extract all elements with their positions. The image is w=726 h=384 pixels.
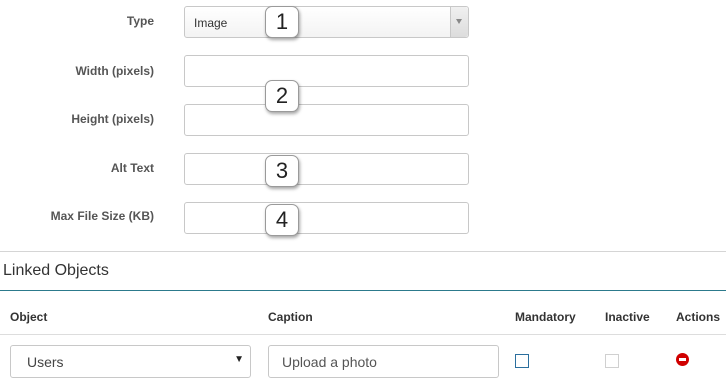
callout-badge-3: 3 <box>265 155 299 187</box>
section-underline <box>0 290 726 291</box>
type-select-toggle[interactable] <box>450 7 468 37</box>
callout-badge-1: 1 <box>265 6 299 38</box>
alt-text-input[interactable] <box>184 153 469 185</box>
type-label: Type <box>126 14 154 28</box>
width-label: Width (pixels) <box>75 64 154 78</box>
remove-row-button[interactable] <box>676 353 689 366</box>
column-header-object: Object <box>10 310 48 324</box>
section-divider <box>0 251 726 252</box>
height-input[interactable] <box>184 104 469 136</box>
object-select-value: Users <box>27 354 64 370</box>
callout-badge-4: 4 <box>265 204 299 236</box>
type-select[interactable]: Image <box>184 6 469 38</box>
linked-objects-title: Linked Objects <box>3 262 109 279</box>
minus-icon <box>679 358 686 361</box>
max-file-size-input[interactable] <box>184 202 469 234</box>
inactive-checkbox <box>605 354 619 368</box>
caption-input-value: Upload a photo <box>282 354 377 370</box>
chevron-down-icon <box>456 19 462 24</box>
column-header-mandatory: Mandatory <box>515 310 576 324</box>
type-select-value: Image <box>194 16 228 30</box>
max-file-size-label: Max File Size (KB) <box>50 209 154 223</box>
table-header-divider <box>0 334 726 335</box>
callout-badge-2: 2 <box>265 80 299 112</box>
column-header-actions: Actions <box>676 310 721 324</box>
column-header-caption: Caption <box>268 310 313 324</box>
object-select[interactable]: Users ▼ <box>10 345 251 378</box>
chevron-down-icon: ▼ <box>234 354 244 365</box>
mandatory-checkbox[interactable] <box>515 354 529 368</box>
caption-input[interactable]: Upload a photo <box>268 345 499 378</box>
height-label: Height (pixels) <box>71 112 154 126</box>
alt-text-label: Alt Text <box>110 161 154 175</box>
column-header-inactive: Inactive <box>605 310 650 324</box>
width-input[interactable] <box>184 55 469 87</box>
